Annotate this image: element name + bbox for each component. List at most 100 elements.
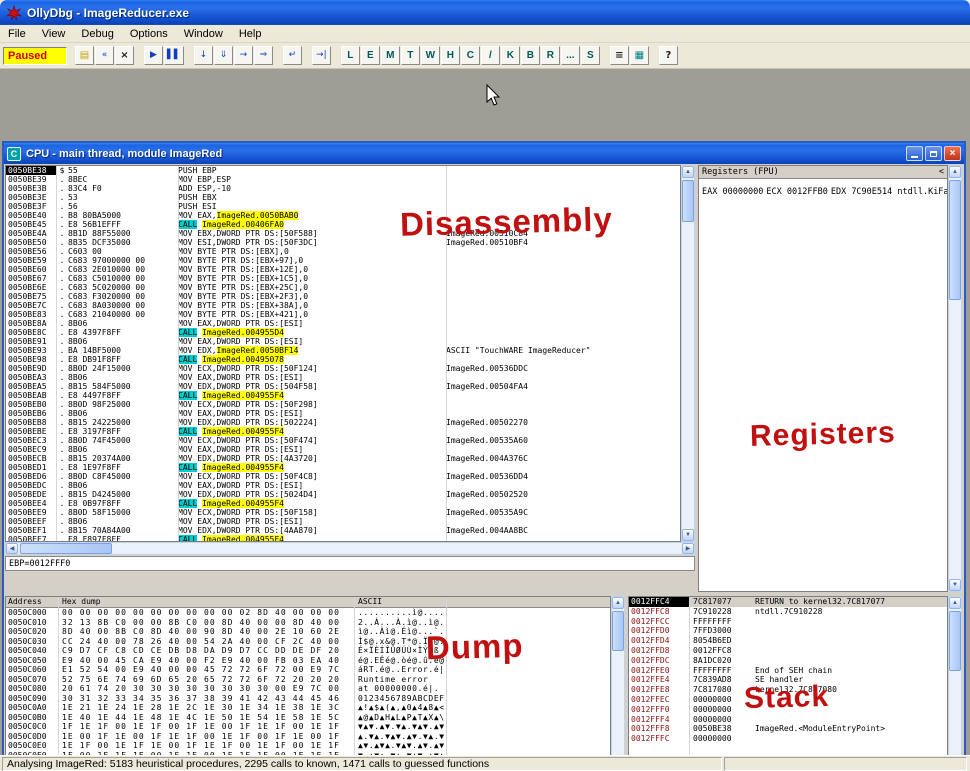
disassembly-row[interactable]: 0050BEB6.8B06MOV EAX,DWORD PTR DS:[ESI] <box>6 409 680 418</box>
disassembly-scrollbar[interactable]: ▲ ▼ <box>681 165 695 542</box>
scroll-up-icon[interactable]: ▲ <box>682 166 694 178</box>
animate-into-button[interactable]: → <box>234 46 253 65</box>
dump-row[interactable]: 0050C0B01E 40 1E 44 1E 48 1E 4C 1E 50 1E… <box>6 713 610 723</box>
pause-button[interactable]: ▌▌ <box>164 46 184 65</box>
run-button[interactable]: ▶ <box>144 46 163 65</box>
register-line[interactable]: EDX 7C90E514 ntdll.KiFastSystemCallRet <box>828 187 948 197</box>
menu-debug[interactable]: Debug <box>73 26 121 42</box>
disassembly-row[interactable]: 0050BE9D.8B0D 24F15000MOV ECX,DWORD PTR … <box>6 364 680 373</box>
disassembly-row[interactable]: 0050BE3F.56PUSH ESI <box>6 202 680 211</box>
dump-row[interactable]: 0050C0D01E 00 1F 1E 00 1F 1E 1F 00 1E 1F… <box>6 732 610 742</box>
disassembly-row[interactable]: 0050BEBE.E8 3197F8FFCALL ImageRed.004955… <box>6 427 680 436</box>
stack-row[interactable]: 0012FFD80012FFC8 <box>629 646 947 656</box>
restore-button[interactable] <box>925 146 942 161</box>
disassembly-horizontal-scrollbar[interactable]: ◀ ▶ <box>5 542 695 555</box>
stack-row[interactable]: 0012FFD48054B6ED <box>629 636 947 646</box>
dump-row[interactable]: 0050C0C01F 1E 1F 00 1E 1F 00 1F 1E 00 1F… <box>6 722 610 732</box>
stack-row[interactable]: 0012FFE47C839AD8SE handler <box>629 675 947 685</box>
stack-row[interactable]: 0012FFC87C910228ntdll.7C910228 <box>629 607 947 617</box>
menu-view[interactable]: View <box>34 26 74 42</box>
view-run-trace-button[interactable]: ... <box>561 46 580 65</box>
view-breakpoints-button[interactable]: B <box>521 46 540 65</box>
view-cpu-button[interactable]: C <box>461 46 480 65</box>
menu-window[interactable]: Window <box>176 26 231 42</box>
stack-row[interactable]: 0012FFD07FFD3000 <box>629 626 947 636</box>
disassembly-row[interactable]: 0050BE91.8B06MOV EAX,DWORD PTR DS:[ESI] <box>6 337 680 346</box>
disassembly-row[interactable]: 0050BE4A.8B1D 88F55000MOV EBX,DWORD PTR … <box>6 229 680 238</box>
step-into-button[interactable]: ↓ <box>194 46 213 65</box>
dump-row[interactable]: 0050C08020 61 74 20 30 30 30 30 30 30 30… <box>6 684 610 694</box>
collapse-icon[interactable]: < <box>939 167 944 178</box>
disassembly-row[interactable]: 0050BE39.8BECMOV EBP,ESP <box>6 175 680 184</box>
disassembly-row[interactable]: 0050BE8C.E8 4397F8FFCALL ImageRed.004955… <box>6 328 680 337</box>
disassembly-row[interactable]: 0050BED6.8B0D C8F45000MOV ECX,DWORD PTR … <box>6 472 680 481</box>
disassembly-row[interactable]: 0050BED1.E8 1E97F8FFCALL ImageRed.004955… <box>6 463 680 472</box>
dump-row[interactable]: 0050C030CC 24 40 00 78 26 40 00 54 2A 40… <box>6 637 610 647</box>
disassembly-row[interactable]: 0050BEF7.E8 F897F8FFCALL ImageRed.004955… <box>6 535 680 542</box>
dump-row[interactable]: 0050C01032 13 8B C0 00 00 8B C0 00 8D 40… <box>6 618 610 628</box>
stack-row[interactable]: 0012FFF80050BE38ImageRed.<ModuleEntryPoi… <box>629 724 947 734</box>
scroll-down-icon[interactable]: ▼ <box>682 529 694 541</box>
dump-row[interactable]: 0050C0208D 40 00 8B C0 8D 40 00 90 8D 40… <box>6 627 610 637</box>
stack-row[interactable]: 0012FFF400000000 <box>629 715 947 725</box>
scroll-left-icon[interactable]: ◀ <box>6 543 18 554</box>
disassembly-row[interactable]: 0050BE3E.53PUSH EBX <box>6 193 680 202</box>
disassembly-row[interactable]: 0050BEAB.E8 4497F8FFCALL ImageRed.004955… <box>6 391 680 400</box>
view-source-button[interactable]: S <box>581 46 600 65</box>
dump-row[interactable]: 0050C040C9 D7 CF C8 CD CE DB D8 DA D9 D7… <box>6 646 610 656</box>
disassembly-row[interactable]: 0050BEB0.8B0D 98F25000MOV ECX,DWORD PTR … <box>6 400 680 409</box>
execute-till-return-button[interactable]: ↵ <box>283 46 302 65</box>
dump-row[interactable]: 0050C060E1 52 54 00 E9 40 00 00 45 72 72… <box>6 665 610 675</box>
disassembly-row[interactable]: 0050BE98.E8 DB91F8FFCALL ImageRed.004950… <box>6 355 680 364</box>
view-patches-button[interactable]: / <box>481 46 500 65</box>
disassembly-row[interactable]: 0050BE50.8B35 DCF35000MOV ESI,DWORD PTR … <box>6 238 680 247</box>
view-executables-button[interactable]: E <box>361 46 380 65</box>
scrollbar-thumb[interactable] <box>612 611 624 651</box>
stack-row[interactable]: 0012FFEC00000000 <box>629 695 947 705</box>
stack-row[interactable]: 0012FFC47C817077RETURN to kernel32.7C817… <box>629 597 947 607</box>
disassembly-row[interactable]: 0050BE83.C683 21040000 00MOV BYTE PTR DS… <box>6 310 680 319</box>
disassembly-row[interactable]: 0050BE7C.C683 8A030000 00MOV BYTE PTR DS… <box>6 301 680 310</box>
disassembly-row[interactable]: 0050BE59.C683 97000000 00MOV BYTE PTR DS… <box>6 256 680 265</box>
go-to-address-button[interactable]: →| <box>312 46 331 65</box>
view-threads-button[interactable]: T <box>401 46 420 65</box>
scrollbar-thumb[interactable] <box>949 611 961 671</box>
info-pane[interactable]: EBP=0012FFF0 <box>5 556 695 571</box>
minimize-button[interactable] <box>906 146 923 161</box>
scroll-up-icon[interactable]: ▲ <box>949 597 961 609</box>
disassembly-row[interactable]: 0050BEEF.8B06MOV EAX,DWORD PTR DS:[ESI] <box>6 517 680 526</box>
close-program-button[interactable]: × <box>115 46 134 65</box>
stack-row[interactable]: 0012FFFC00000000 <box>629 734 947 744</box>
debug-windows-button[interactable]: ≡ <box>610 46 629 65</box>
disassembly-row[interactable]: 0050BEE9.8B0D 58F15000MOV ECX,DWORD PTR … <box>6 508 680 517</box>
dump-row[interactable]: 0050C09030 31 32 33 34 35 36 37 38 39 41… <box>6 694 610 704</box>
stack-row[interactable]: 0012FFDC8A1DC020 <box>629 656 947 666</box>
dump-row[interactable]: 0050C00000 00 00 00 00 00 00 00 00 00 02… <box>6 608 610 618</box>
scrollbar-thumb[interactable] <box>20 543 112 554</box>
register-line[interactable]: ECX 0012FFB0 <box>763 187 827 197</box>
help-button[interactable]: ? <box>659 46 678 65</box>
registers-scrollbar[interactable]: ▲ ▼ <box>948 165 962 592</box>
disassembly-row[interactable]: 0050BEF1.8B15 70A84A00MOV EDX,DWORD PTR … <box>6 526 680 535</box>
scroll-down-icon[interactable]: ▼ <box>949 579 961 591</box>
disassembly-row[interactable]: 0050BE8A.8B06MOV EAX,DWORD PTR DS:[ESI] <box>6 319 680 328</box>
step-over-button[interactable]: ⇓ <box>214 46 233 65</box>
menu-help[interactable]: Help <box>231 26 270 42</box>
scroll-right-icon[interactable]: ▶ <box>682 543 694 554</box>
view-log-button[interactable]: L <box>341 46 360 65</box>
menu-file[interactable]: File <box>0 26 34 42</box>
view-references-button[interactable]: R <box>541 46 560 65</box>
scrollbar-thumb[interactable] <box>949 180 961 300</box>
scrollbar-thumb[interactable] <box>682 180 694 222</box>
view-handles-button[interactable]: H <box>441 46 460 65</box>
stack-row[interactable]: 0012FFE87C817080kernel32.7C817080 <box>629 685 947 695</box>
disassembly-row[interactable]: 0050BEC9.8B06MOV EAX,DWORD PTR DS:[ESI] <box>6 445 680 454</box>
view-call-stack-button[interactable]: K <box>501 46 520 65</box>
disassembly-row[interactable]: 0050BEA3.8B06MOV EAX,DWORD PTR DS:[ESI] <box>6 373 680 382</box>
disassembly-row[interactable]: 0050BEC3.8B0D 74F45000MOV ECX,DWORD PTR … <box>6 436 680 445</box>
disassembly-row[interactable]: 0050BEE4.E8 0B97F8FFCALL ImageRed.004955… <box>6 499 680 508</box>
disassembly-row[interactable]: 0050BE67.C683 C5010000 00MOV BYTE PTR DS… <box>6 274 680 283</box>
cpu-title-bar[interactable]: C CPU - main thread, module ImageRed × <box>4 143 964 164</box>
menu-options[interactable]: Options <box>122 26 176 42</box>
stack-scrollbar[interactable]: ▲ ▼ <box>948 596 962 771</box>
